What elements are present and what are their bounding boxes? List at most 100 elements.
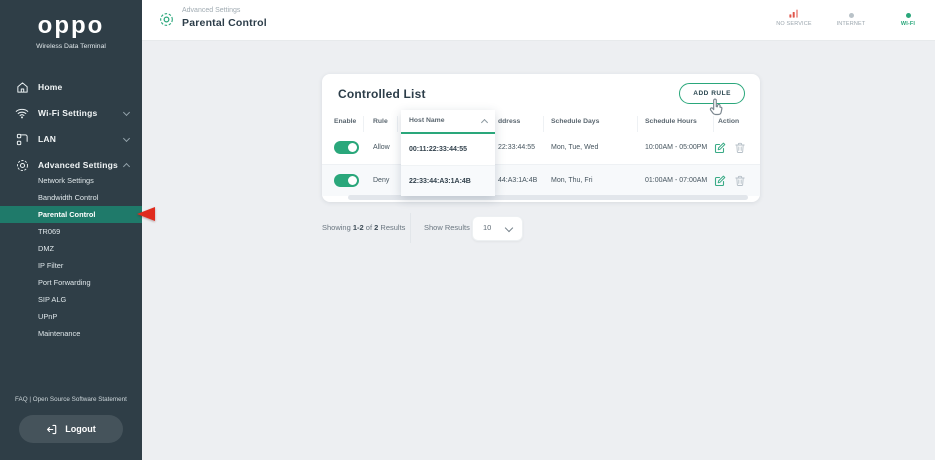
sub-item-label: SIP ALG (38, 295, 67, 304)
top-header: Advanced Settings Parental Control NO SE… (142, 0, 935, 41)
sub-item-label: TR069 (38, 227, 61, 236)
gear-icon (15, 158, 29, 172)
pagination-divider (410, 213, 411, 243)
rule-cell: Allow (373, 144, 390, 151)
col-header-host-name[interactable]: Host Name (409, 110, 445, 132)
logout-button[interactable]: Logout (19, 415, 123, 443)
red-arrow-pointer (137, 207, 155, 221)
add-rule-label: ADD RULE (693, 90, 731, 97)
card-title: Controlled List (338, 87, 426, 101)
signal-error-icon (789, 9, 799, 18)
address-cell-clipped: 44:A3:1A:4B (498, 177, 538, 184)
sidebar-item-lan[interactable]: LAN (0, 126, 142, 152)
brand-tagline: Wireless Data Terminal (36, 43, 106, 50)
col-header-schedule-hours: Schedule Hours (645, 118, 697, 125)
sidebar: oppo Wireless Data Terminal Home Wi-Fi S… (0, 0, 142, 460)
status-label: NO SERVICE (776, 21, 812, 27)
host-name-floating-column: Host Name 00:11:22:33:44:55 22:33:44:A3:… (401, 110, 495, 196)
schedule-days-cell: Mon, Thu, Fri (551, 177, 593, 184)
col-header-address-clipped: ddress (498, 118, 521, 125)
app-screen: oppo Wireless Data Terminal Home Wi-Fi S… (0, 0, 935, 466)
sub-item-label: DMZ (38, 244, 55, 253)
page-title: Parental Control (182, 17, 267, 29)
host-name-cell: 00:11:22:33:44:55 (401, 134, 495, 165)
brand-logo: oppo (37, 12, 105, 39)
breadcrumb: Advanced Settings (182, 7, 241, 14)
page-size-value: 10 (483, 223, 492, 232)
controlled-list-card: Controlled List ADD RULE Enable Rule ddr… (322, 74, 760, 202)
chevron-up-icon (122, 162, 131, 171)
sub-item-label: Port Forwarding (38, 278, 91, 287)
summary-text: Showing (322, 223, 353, 232)
sub-item-label: UPnP (38, 312, 58, 321)
screenshot-margin (0, 460, 935, 466)
table-header-row: Enable Rule ddress Schedule Days Schedul… (322, 112, 760, 133)
summary-range: 1-2 (352, 223, 364, 232)
status-wifi: WI-FI (887, 9, 929, 27)
sub-item-label: Bandwidth Control (38, 193, 99, 202)
schedule-hours-cell: 01:00AM - 07:00AM (645, 177, 708, 184)
sidebar-item-port-forwarding[interactable]: Port Forwarding (0, 274, 142, 291)
sidebar-item-home[interactable]: Home (0, 74, 142, 100)
logout-icon (46, 424, 57, 435)
host-name-cell: 22:33:44:A3:1A:4B (401, 165, 495, 196)
logout-label: Logout (65, 424, 96, 434)
enable-toggle[interactable] (334, 174, 359, 187)
sidebar-item-tr069[interactable]: TR069 (0, 223, 142, 240)
sub-item-label: Network Settings (38, 176, 94, 185)
sidebar-item-network-settings[interactable]: Network Settings (0, 172, 142, 189)
col-header-schedule-days: Schedule Days (551, 118, 600, 125)
edit-icon[interactable] (714, 142, 726, 154)
schedule-hours-cell: 10:00AM - 05:00PM (645, 144, 708, 151)
trash-icon[interactable] (734, 142, 746, 154)
page-size-dropdown[interactable]: 10 (472, 216, 523, 241)
sidebar-item-bandwidth-control[interactable]: Bandwidth Control (0, 189, 142, 206)
sidebar-item-upnp[interactable]: UPnP (0, 308, 142, 325)
sidebar-item-label: Home (38, 82, 63, 92)
results-summary: Showing 1-2 of 2 Results (322, 223, 405, 232)
status-indicators: NO SERVICE INTERNET WI-FI (773, 9, 929, 27)
table-row: Deny 44:A3:1A:4B Mon, Thu, Fri 01:00AM -… (322, 164, 760, 196)
sidebar-item-label: Wi-Fi Settings (38, 108, 98, 118)
sidebar-item-sip-alg[interactable]: SIP ALG (0, 291, 142, 308)
faq-open-source-link[interactable]: FAQ | Open Source Software Statement (0, 396, 142, 403)
chevron-down-icon (122, 134, 131, 143)
wifi-icon (15, 106, 29, 120)
show-results-label: Show Results (424, 223, 470, 232)
edit-icon[interactable] (714, 175, 726, 187)
sub-item-label: IP Filter (38, 261, 64, 270)
sidebar-submenu: Network Settings Bandwidth Control Paren… (0, 172, 142, 342)
enable-toggle[interactable] (334, 141, 359, 154)
status-label: WI-FI (900, 21, 916, 27)
sidebar-item-label: Advanced Settings (38, 160, 118, 170)
sub-item-label: Parental Control (38, 210, 96, 219)
cursor-hand-icon (706, 97, 725, 118)
wifi-dot-icon (905, 9, 911, 18)
address-cell-clipped: 22:33:44:55 (498, 144, 535, 151)
col-header-enable: Enable (334, 118, 357, 125)
summary-text: Results (378, 223, 406, 232)
status-no-service: NO SERVICE (773, 9, 815, 27)
home-icon (15, 80, 29, 94)
chevron-down-icon (504, 223, 514, 233)
summary-text: of (363, 223, 375, 232)
lan-icon (15, 132, 29, 146)
sidebar-item-label: LAN (38, 134, 57, 144)
schedule-days-cell: Mon, Tue, Wed (551, 144, 599, 151)
internet-dot-icon (848, 9, 854, 18)
sidebar-item-maintenance[interactable]: Maintenance (0, 325, 142, 342)
rule-cell: Deny (373, 177, 390, 184)
sidebar-menu: Home Wi-Fi Settings LAN Advanced Setting… (0, 74, 142, 178)
host-name-value: 22:33:44:A3:1A:4B (409, 178, 471, 185)
sidebar-item-parental-control[interactable]: Parental Control (0, 206, 142, 223)
table-row: Allow 22:33:44:55 Mon, Tue, Wed 10:00AM … (322, 132, 760, 164)
sidebar-item-wifi-settings[interactable]: Wi-Fi Settings (0, 100, 142, 126)
status-label: INTERNET (836, 21, 866, 27)
sidebar-item-ip-filter[interactable]: IP Filter (0, 257, 142, 274)
sub-item-label: Maintenance (38, 329, 81, 338)
chevron-down-icon (122, 108, 131, 117)
sort-ascending-icon[interactable] (480, 118, 489, 127)
status-internet: INTERNET (830, 9, 872, 27)
trash-icon[interactable] (734, 175, 746, 187)
sidebar-item-dmz[interactable]: DMZ (0, 240, 142, 257)
